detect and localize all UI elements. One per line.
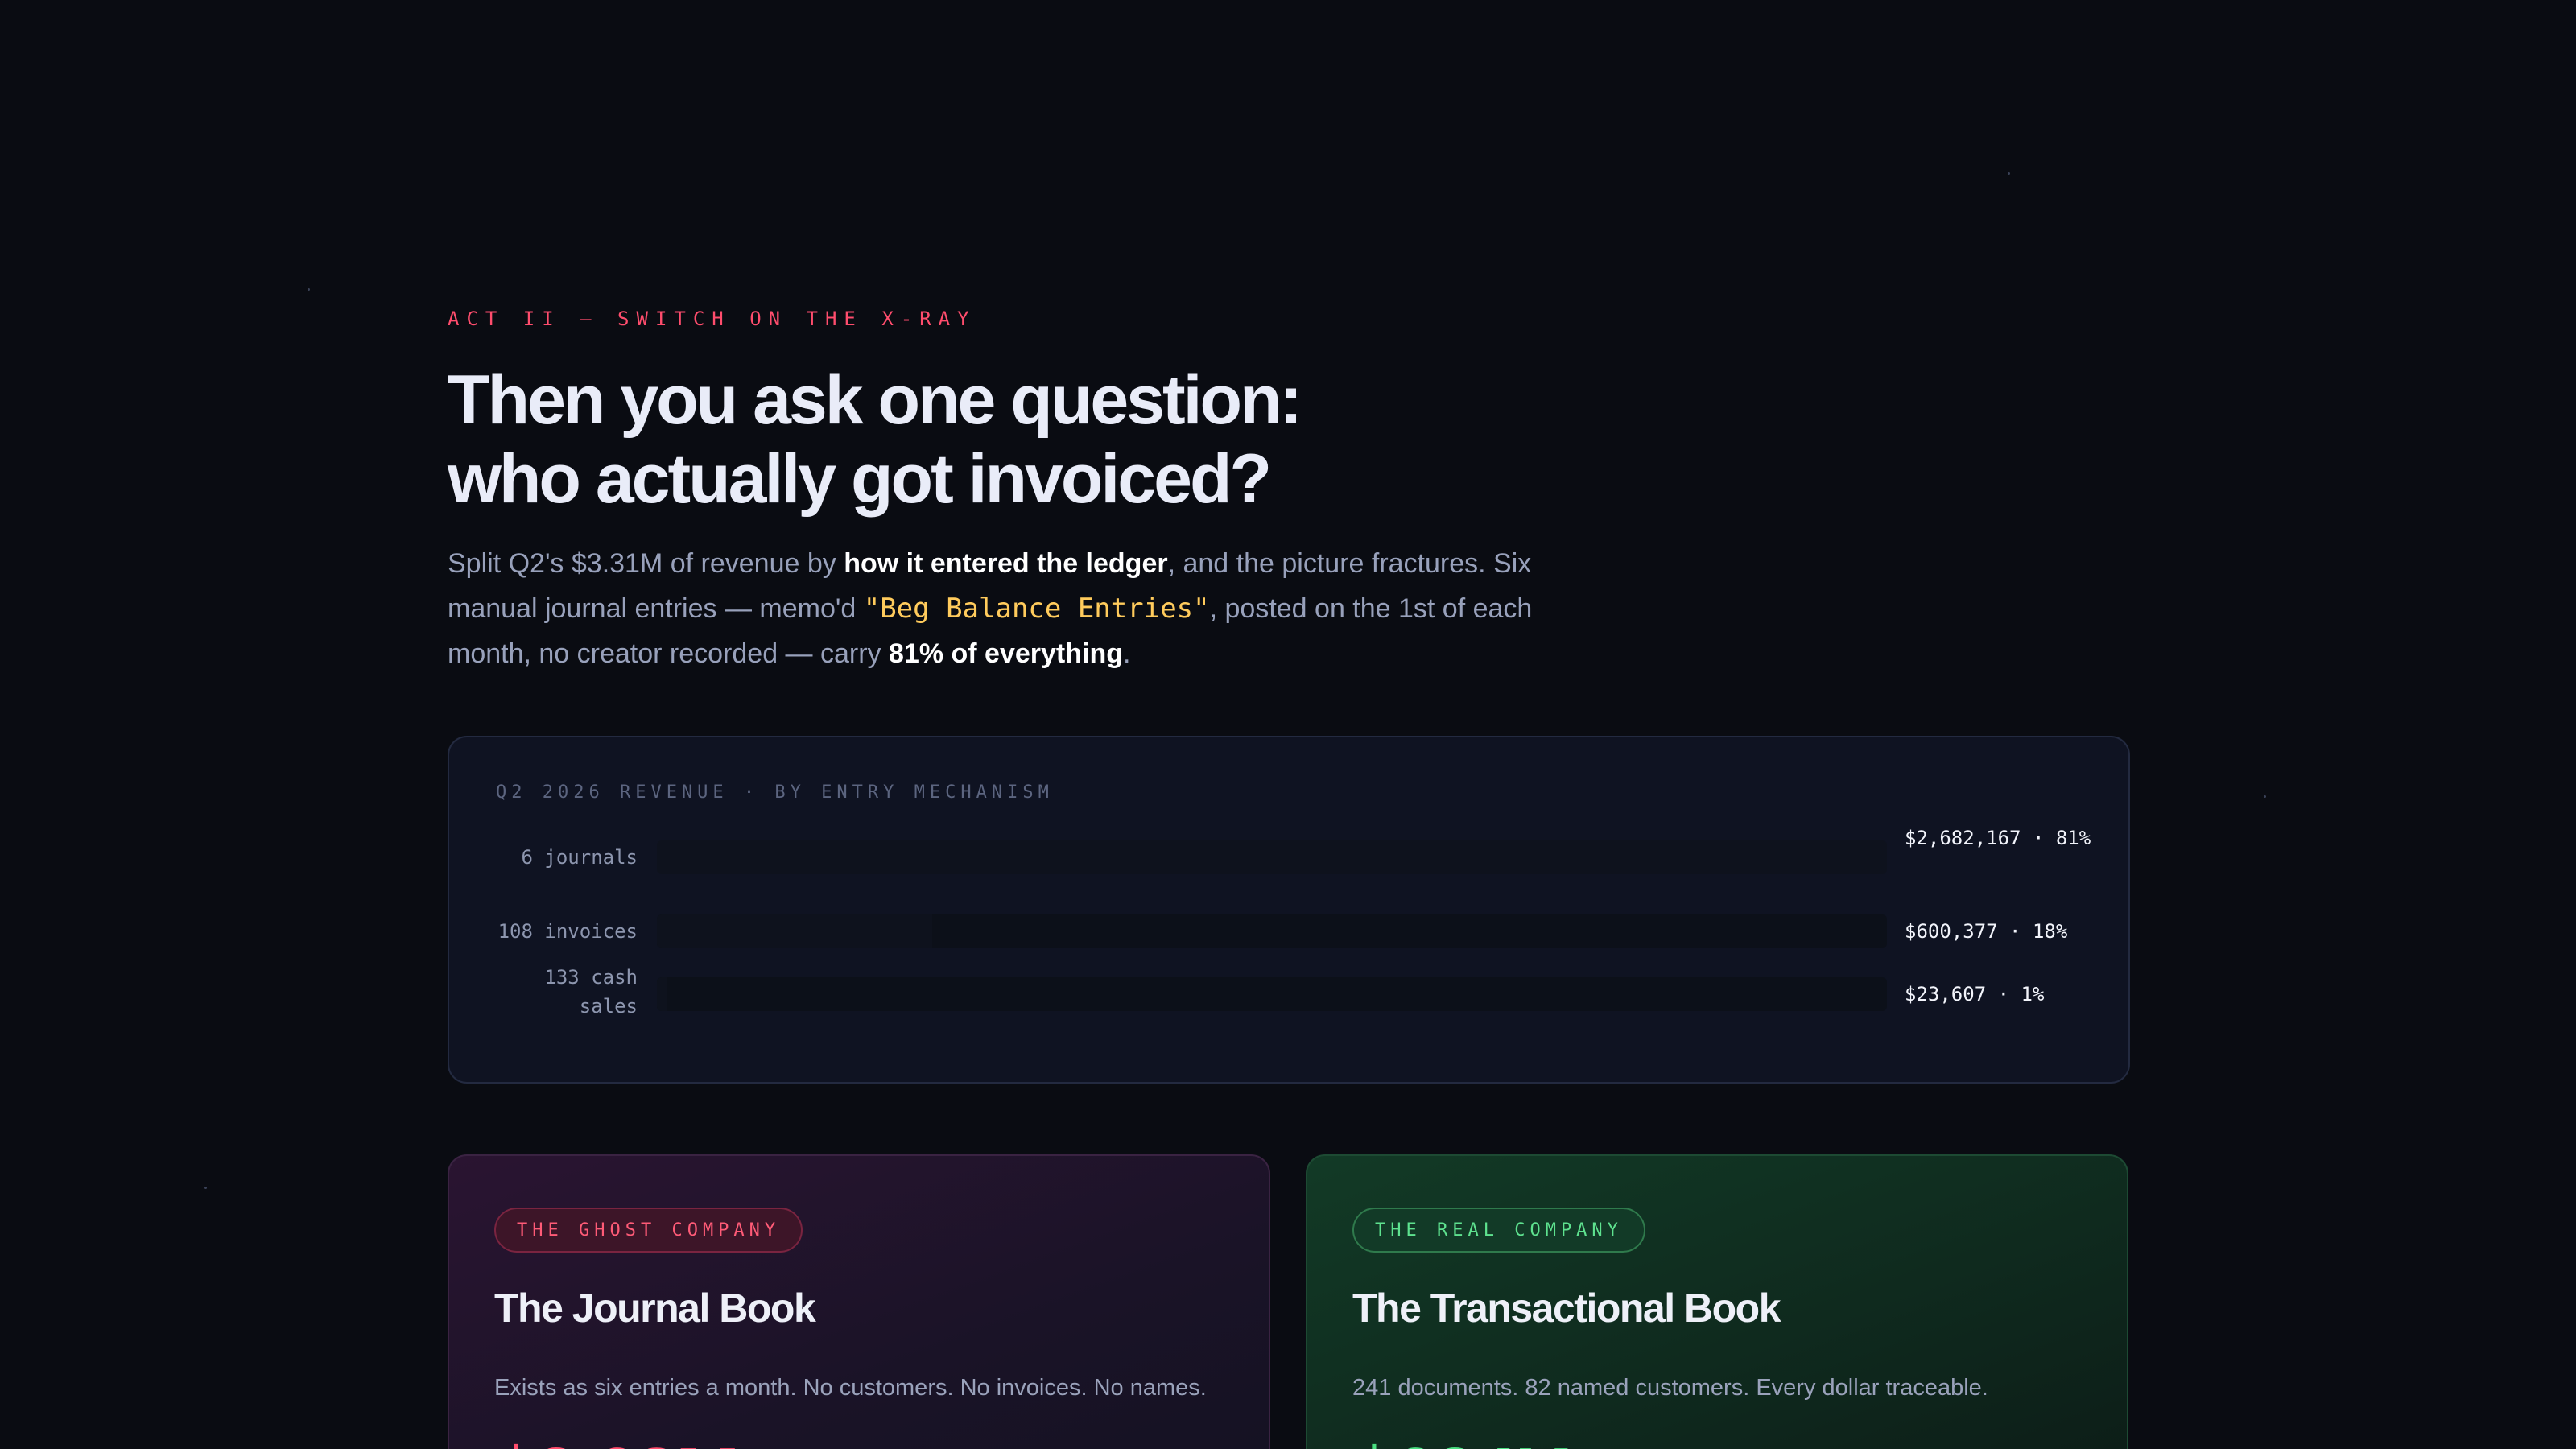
bar xyxy=(657,977,668,1011)
background-star xyxy=(2264,795,2266,798)
data-label: $600,377 · 18% xyxy=(1905,920,2068,943)
real-company-badge: THE REAL COMPANY xyxy=(1352,1208,1645,1253)
lede-text: Split Q2's $3.31M of revenue by xyxy=(448,548,844,579)
real-card-title: The Transactional Book xyxy=(1352,1286,1781,1331)
bar-label: 133 cash sales xyxy=(544,966,638,1018)
lede-highlight: 81% of everything xyxy=(889,638,1123,669)
background-star xyxy=(308,288,310,291)
section-eyebrow: ACT II — SWITCH ON THE X-RAY xyxy=(448,308,976,330)
bar-track xyxy=(657,914,1887,948)
bar-track xyxy=(657,840,1887,874)
bar-label: 6 journals xyxy=(521,846,638,869)
bar xyxy=(657,840,1887,874)
lede-text: . xyxy=(1123,638,1131,669)
real-company-card: THE REAL COMPANY The Transactional Book … xyxy=(1306,1154,2128,1449)
headline-line-2: who actually got invoiced? xyxy=(448,440,1272,518)
ghost-card-amount: $2.68M xyxy=(494,1431,740,1449)
background-star xyxy=(2008,172,2010,175)
ghost-card-description: Exists as six entries a month. No custom… xyxy=(494,1375,1207,1401)
ghost-card-title: The Journal Book xyxy=(494,1286,816,1331)
page: ACT II — SWITCH ON THE X-RAY Then you as… xyxy=(0,0,2576,1449)
lede-highlight: how it entered the ledger xyxy=(844,548,1168,579)
headline-line-1: Then you ask one question: xyxy=(448,361,1302,439)
lede-code-memo: "Beg Balance Entries" xyxy=(863,592,1210,625)
bar-track xyxy=(657,977,1887,1011)
ghost-company-card: THE GHOST COMPANY The Journal Book Exist… xyxy=(448,1154,1270,1449)
chart-title: Q2 2026 REVENUE · BY ENTRY MECHANISM xyxy=(496,782,1054,803)
real-card-amount: $624K xyxy=(1352,1431,1571,1449)
background-star xyxy=(204,1187,207,1189)
real-card-description: 241 documents. 82 named customers. Every… xyxy=(1352,1375,1988,1401)
bar xyxy=(657,914,933,948)
lede-paragraph: Split Q2's $3.31M of revenue by how it e… xyxy=(448,541,1607,676)
bar-label: 108 invoices xyxy=(497,920,638,943)
data-label: $23,607 · 1% xyxy=(1905,983,2045,1005)
ghost-company-badge: THE GHOST COMPANY xyxy=(494,1208,803,1253)
page-title: Then you ask one question: who actually … xyxy=(448,361,1655,518)
revenue-chart-panel: Q2 2026 REVENUE · BY ENTRY MECHANISM 6 j… xyxy=(448,736,2130,1084)
data-label: $2,682,167 · 81% xyxy=(1905,827,2091,849)
